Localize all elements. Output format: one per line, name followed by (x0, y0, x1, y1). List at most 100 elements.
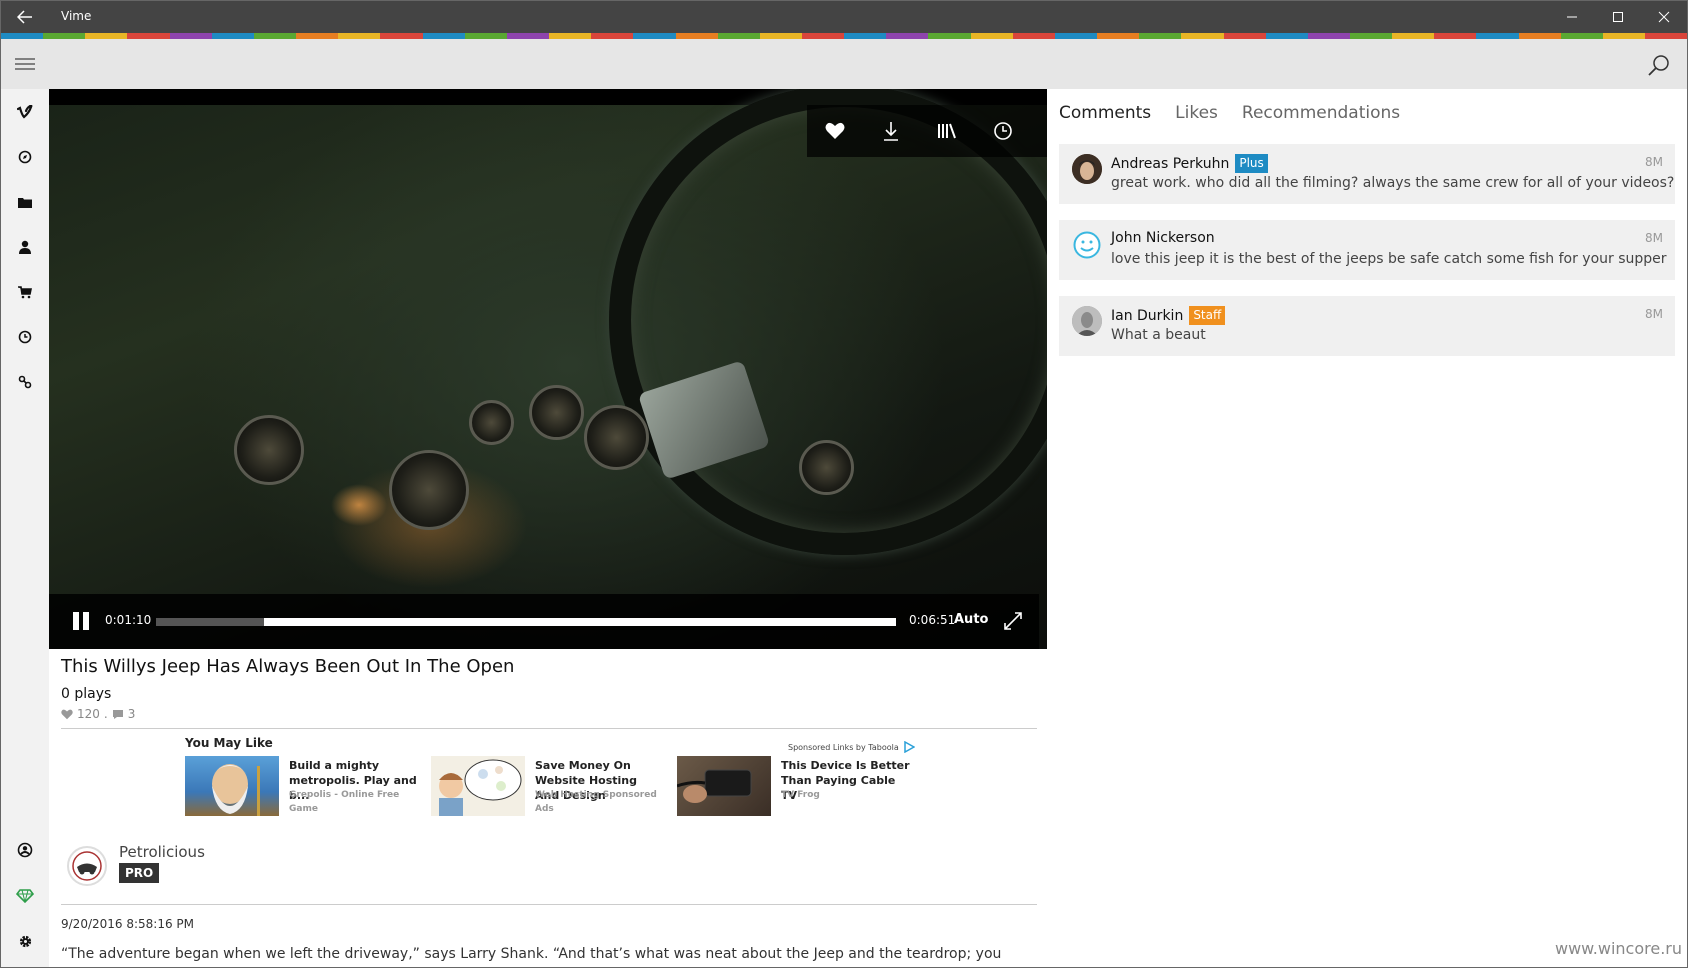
commenter-name[interactable]: Ian Durkin (1111, 308, 1183, 324)
sidebar-item-following[interactable] (1, 227, 49, 267)
publish-date: 9/20/2016 8:58:16 PM (61, 917, 195, 931)
search-icon (1648, 55, 1669, 76)
owner-name[interactable]: Petrolicious (119, 843, 205, 861)
minimize-button[interactable] (1549, 1, 1595, 33)
back-arrow-icon (17, 10, 32, 24)
player-controls: 0:01:10 0:06:51 Auto (49, 594, 1039, 649)
ad-source: Grepolis - Online Free Game (289, 790, 400, 814)
comment-item[interactable]: John Nickerson love this jeep it is the … (1059, 220, 1675, 280)
staff-badge: Staff (1189, 306, 1226, 325)
hamburger-icon (15, 58, 35, 70)
petrolicious-logo-icon (72, 851, 102, 881)
ad-thumbnail[interactable] (185, 756, 279, 816)
commenter-name-row: Ian Durkin Staff (1111, 306, 1226, 325)
ad-image-device (676, 769, 752, 803)
download-icon (884, 122, 898, 141)
minimize-icon (1567, 16, 1577, 18)
divider (61, 904, 1037, 905)
clock-icon (994, 122, 1012, 140)
close-icon (1658, 11, 1670, 23)
ads-section: You May Like Sponsored Links by Taboola … (185, 736, 915, 816)
seek-bar-played (156, 618, 265, 626)
title-bar: Vime (1, 1, 1687, 33)
fullscreen-button[interactable] (999, 606, 1027, 636)
share-button[interactable] (1041, 113, 1047, 149)
watch-later-button[interactable] (985, 113, 1021, 149)
gauge-shape (584, 405, 649, 470)
sidebar-item-explore[interactable] (1, 137, 49, 177)
back-button[interactable] (1, 1, 49, 33)
fullscreen-icon (1004, 612, 1022, 630)
ad-thumbnail[interactable] (431, 756, 525, 816)
gauge-shape (469, 400, 514, 445)
gauge-shape (389, 450, 469, 530)
video-frame[interactable] (49, 89, 1047, 649)
current-time: 0:01:10 (105, 613, 152, 627)
search-button[interactable] (1645, 51, 1673, 79)
gear-icon (19, 935, 31, 947)
clock-icon (18, 330, 32, 344)
video-description: “The adventure began when we left the dr… (61, 946, 1002, 962)
maximize-icon (1613, 12, 1623, 22)
sidebar-item-links[interactable] (1, 362, 49, 402)
commenter-avatar[interactable] (1072, 230, 1102, 260)
ad-source: Web Hosting Sponsored Ads (535, 790, 657, 814)
tab-comments[interactable]: Comments (1059, 103, 1151, 123)
video-info: This Willys Jeep Has Always Been Out In … (61, 656, 1041, 721)
divider (61, 728, 1037, 729)
commenter-avatar[interactable] (1072, 154, 1102, 184)
watermark: www.wincore.ru (1555, 939, 1683, 958)
sidebar-item-account[interactable] (1, 830, 49, 870)
commenter-name-row: John Nickerson (1111, 230, 1215, 246)
ad-thumbnail[interactable] (676, 756, 771, 816)
commenter-avatar[interactable] (1072, 306, 1102, 336)
commenter-name[interactable]: Andreas Perkuhn (1111, 156, 1229, 172)
pause-button[interactable] (69, 608, 93, 634)
comment-text: What a beaut (1111, 327, 1206, 343)
command-bar (1, 39, 1687, 89)
commenter-name[interactable]: John Nickerson (1111, 230, 1215, 246)
download-button[interactable] (873, 113, 909, 149)
video-title: This Willys Jeep Has Always Been Out In … (61, 656, 515, 677)
ads-sponsored-label: Sponsored Links by Taboola (788, 742, 899, 752)
comment-time: 8M (1645, 231, 1663, 245)
menu-button[interactable] (11, 51, 39, 77)
sidebar-item-watch-later[interactable] (1, 317, 49, 357)
collections-button[interactable] (929, 113, 965, 149)
comment-count: 3 (127, 707, 136, 721)
maximize-button[interactable] (1595, 1, 1641, 33)
duration: 0:06:51 (909, 613, 956, 627)
ad-image-zeus (212, 764, 260, 816)
ad-card[interactable]: Save Money On Website Hosting And Design… (431, 756, 671, 816)
heart-icon (825, 122, 845, 139)
video-player[interactable]: 0:01:10 0:06:51 Auto (49, 89, 1047, 649)
sidebar-item-store[interactable] (1, 272, 49, 312)
stats-separator: . (103, 707, 108, 721)
close-button[interactable] (1641, 1, 1687, 33)
ad-source: TV Frog (781, 790, 820, 800)
panel-tabs: Comments Likes Recommendations (1059, 103, 1400, 123)
owner-avatar[interactable] (67, 846, 107, 886)
cart-icon (18, 285, 32, 298)
folder-icon (18, 198, 32, 208)
sidebar-item-home[interactable] (1, 92, 49, 132)
sidebar-item-upgrade[interactable] (1, 876, 49, 916)
play-count: 0 plays (61, 686, 112, 702)
like-button[interactable] (817, 113, 853, 149)
gauge-shape (799, 440, 854, 495)
sidebar-item-folders[interactable] (1, 182, 49, 222)
comment-item[interactable]: Ian Durkin Staff What a beaut 8M (1059, 296, 1675, 356)
tab-likes[interactable]: Likes (1175, 103, 1218, 123)
comment-item[interactable]: Andreas Perkuhn Plus great work. who did… (1059, 144, 1675, 204)
ad-card[interactable]: Build a mighty metropolis. Play and b...… (185, 756, 425, 816)
tab-recommendations[interactable]: Recommendations (1242, 103, 1400, 123)
commenter-name-row: Andreas Perkuhn Plus (1111, 154, 1268, 173)
like-count: 120 (77, 707, 100, 721)
seek-bar[interactable] (156, 618, 896, 626)
ad-image-cartoon (439, 759, 522, 816)
ad-card[interactable]: This Device Is Better Than Paying Cable … (676, 756, 917, 816)
ads-sponsored-link[interactable]: Sponsored Links by Taboola (788, 741, 915, 753)
quality-selector[interactable]: Auto (954, 612, 988, 627)
comment-time: 8M (1645, 307, 1663, 321)
sidebar-item-settings[interactable] (1, 921, 49, 961)
